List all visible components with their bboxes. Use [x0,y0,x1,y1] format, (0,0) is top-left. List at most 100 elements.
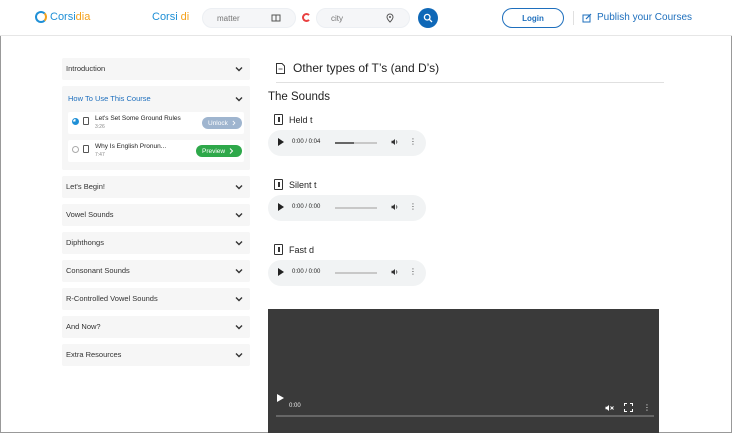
section-label: Introduction [66,64,106,73]
publish-label: Publish your Courses [597,12,693,23]
chevron-down-icon [235,67,243,72]
audio-player[interactable]: 0:00 / 0:00 ⋮ [268,195,426,221]
section-heading: The Sounds [268,91,331,103]
sidebar-section-introduction[interactable]: Introduction [62,58,250,80]
sidebar-section-and-now[interactable]: And Now? [62,316,250,338]
lesson-duration: 7:47 [95,152,105,158]
mute-icon[interactable] [605,404,614,412]
fullscreen-icon[interactable] [624,403,633,412]
audio-player[interactable]: 0:00 / 0:00 ⋮ [268,260,426,286]
volume-icon[interactable] [391,203,399,211]
search-brand: Corsi di [152,11,189,23]
logo-text-accent: dia [75,11,91,23]
login-button[interactable]: Login [502,8,564,28]
lesson-item[interactable]: Let's Set Some Ground Rules 3:26 Unlock [68,112,244,134]
audio-progress-fill [335,142,354,144]
audio-time: 0:00 / 0:00 [292,269,321,275]
corsidia-logo[interactable]: Corsidia [35,11,90,23]
volume-icon[interactable] [391,138,399,146]
logo-mark-icon [35,11,47,23]
audio-title: Fast d [289,244,315,255]
document-icon [276,62,285,74]
audio-item: Silent t 0:00 / 0:00 ⋮ [268,179,426,221]
audio-item: Fast d 0:00 / 0:00 ⋮ [268,244,426,286]
audio-file-icon [274,114,283,125]
preview-button[interactable]: Preview [196,145,242,157]
brand-circle-icon [302,13,311,22]
sidebar-section-consonant-sounds[interactable]: Consonant Sounds [62,260,250,282]
edit-icon [582,13,592,22]
chevron-right-icon [229,148,234,154]
lesson-item[interactable]: Why Is English Pronun... 7:47 Preview [68,140,244,162]
play-icon[interactable] [278,138,284,146]
progress-circle-icon [72,118,79,125]
more-options-icon[interactable]: ⋮ [409,138,417,146]
section-label: How To Use This Course [68,94,151,103]
chevron-right-icon [232,120,236,126]
chevron-down-icon [235,241,243,246]
search-brand-accent: di [180,11,190,23]
page-title: Other types of T’s (and D’s) [276,61,439,75]
city-search-field[interactable] [316,8,410,28]
header-divider [573,11,574,25]
sidebar-section-lets-begin[interactable]: Let's Begin! [62,176,250,198]
preview-label: Preview [202,147,226,155]
section-label: Consonant Sounds [66,266,130,275]
audio-file-icon [274,244,283,255]
video-player[interactable]: 0:00 ⋮ [268,309,659,433]
audio-seek-bar[interactable] [335,142,377,144]
audio-time: 0:00 / 0:04 [292,139,321,145]
play-icon[interactable] [277,394,284,402]
title-divider [276,82,664,83]
more-options-icon[interactable]: ⋮ [409,203,417,211]
chevron-down-icon [235,213,243,218]
audio-player[interactable]: 0:00 / 0:04 ⋮ [268,130,426,156]
frame-left-edge [0,36,1,433]
audio-item: Held t 0:00 / 0:04 ⋮ [268,114,426,156]
matter-input[interactable] [217,14,261,23]
top-header: Corsidia Corsidi Login Publish your Cour… [0,0,732,36]
search-brand-text: Corsi [152,11,178,23]
audio-seek-bar[interactable] [335,207,377,209]
audio-title: Silent t [289,179,317,190]
document-icon [83,145,89,153]
chevron-down-icon [235,269,243,274]
play-icon[interactable] [278,203,284,211]
chevron-down-icon [235,297,243,302]
section-label: Vowel Sounds [66,210,114,219]
page-title-text: Other types of T’s (and D’s) [293,61,440,75]
city-input[interactable] [331,14,375,23]
section-label: Extra Resources [66,350,122,359]
section-label: R-Controlled Vowel Sounds [66,294,158,303]
lesson-title: Why Is English Pronun... [95,143,167,150]
lesson-title: Let's Set Some Ground Rules [95,115,181,122]
audio-file-icon [274,179,283,190]
unlock-label: Unlock [208,119,228,127]
unlock-button[interactable]: Unlock [202,117,242,129]
section-label: Diphthongs [66,238,104,247]
video-time: 0:00 [289,403,301,409]
sidebar-section-r-controlled[interactable]: R-Controlled Vowel Sounds [62,288,250,310]
book-icon [271,13,281,25]
sidebar-section-how-to-use[interactable]: How To Use This Course Let's Set Some Gr… [62,86,250,170]
document-icon [83,117,89,125]
play-icon[interactable] [278,268,284,276]
location-pin-icon [385,13,395,25]
sidebar-section-diphthongs[interactable]: Diphthongs [62,232,250,254]
search-icon [423,13,433,23]
section-label: Let's Begin! [66,182,105,191]
progress-circle-icon [72,146,79,153]
volume-icon[interactable] [391,268,399,276]
search-button[interactable] [418,8,438,28]
more-options-icon[interactable]: ⋮ [643,403,651,412]
matter-search-field[interactable] [202,8,296,28]
sidebar-section-extra-resources[interactable]: Extra Resources [62,344,250,366]
audio-time: 0:00 / 0:00 [292,204,321,210]
publish-courses-link[interactable]: Publish your Courses [582,12,692,23]
more-options-icon[interactable]: ⋮ [409,268,417,276]
video-seek-bar[interactable] [276,415,654,417]
audio-seek-bar[interactable] [335,272,377,274]
course-sidebar: Introduction How To Use This Course Let'… [62,58,250,372]
chevron-down-icon [235,353,243,358]
sidebar-section-vowel-sounds[interactable]: Vowel Sounds [62,204,250,226]
